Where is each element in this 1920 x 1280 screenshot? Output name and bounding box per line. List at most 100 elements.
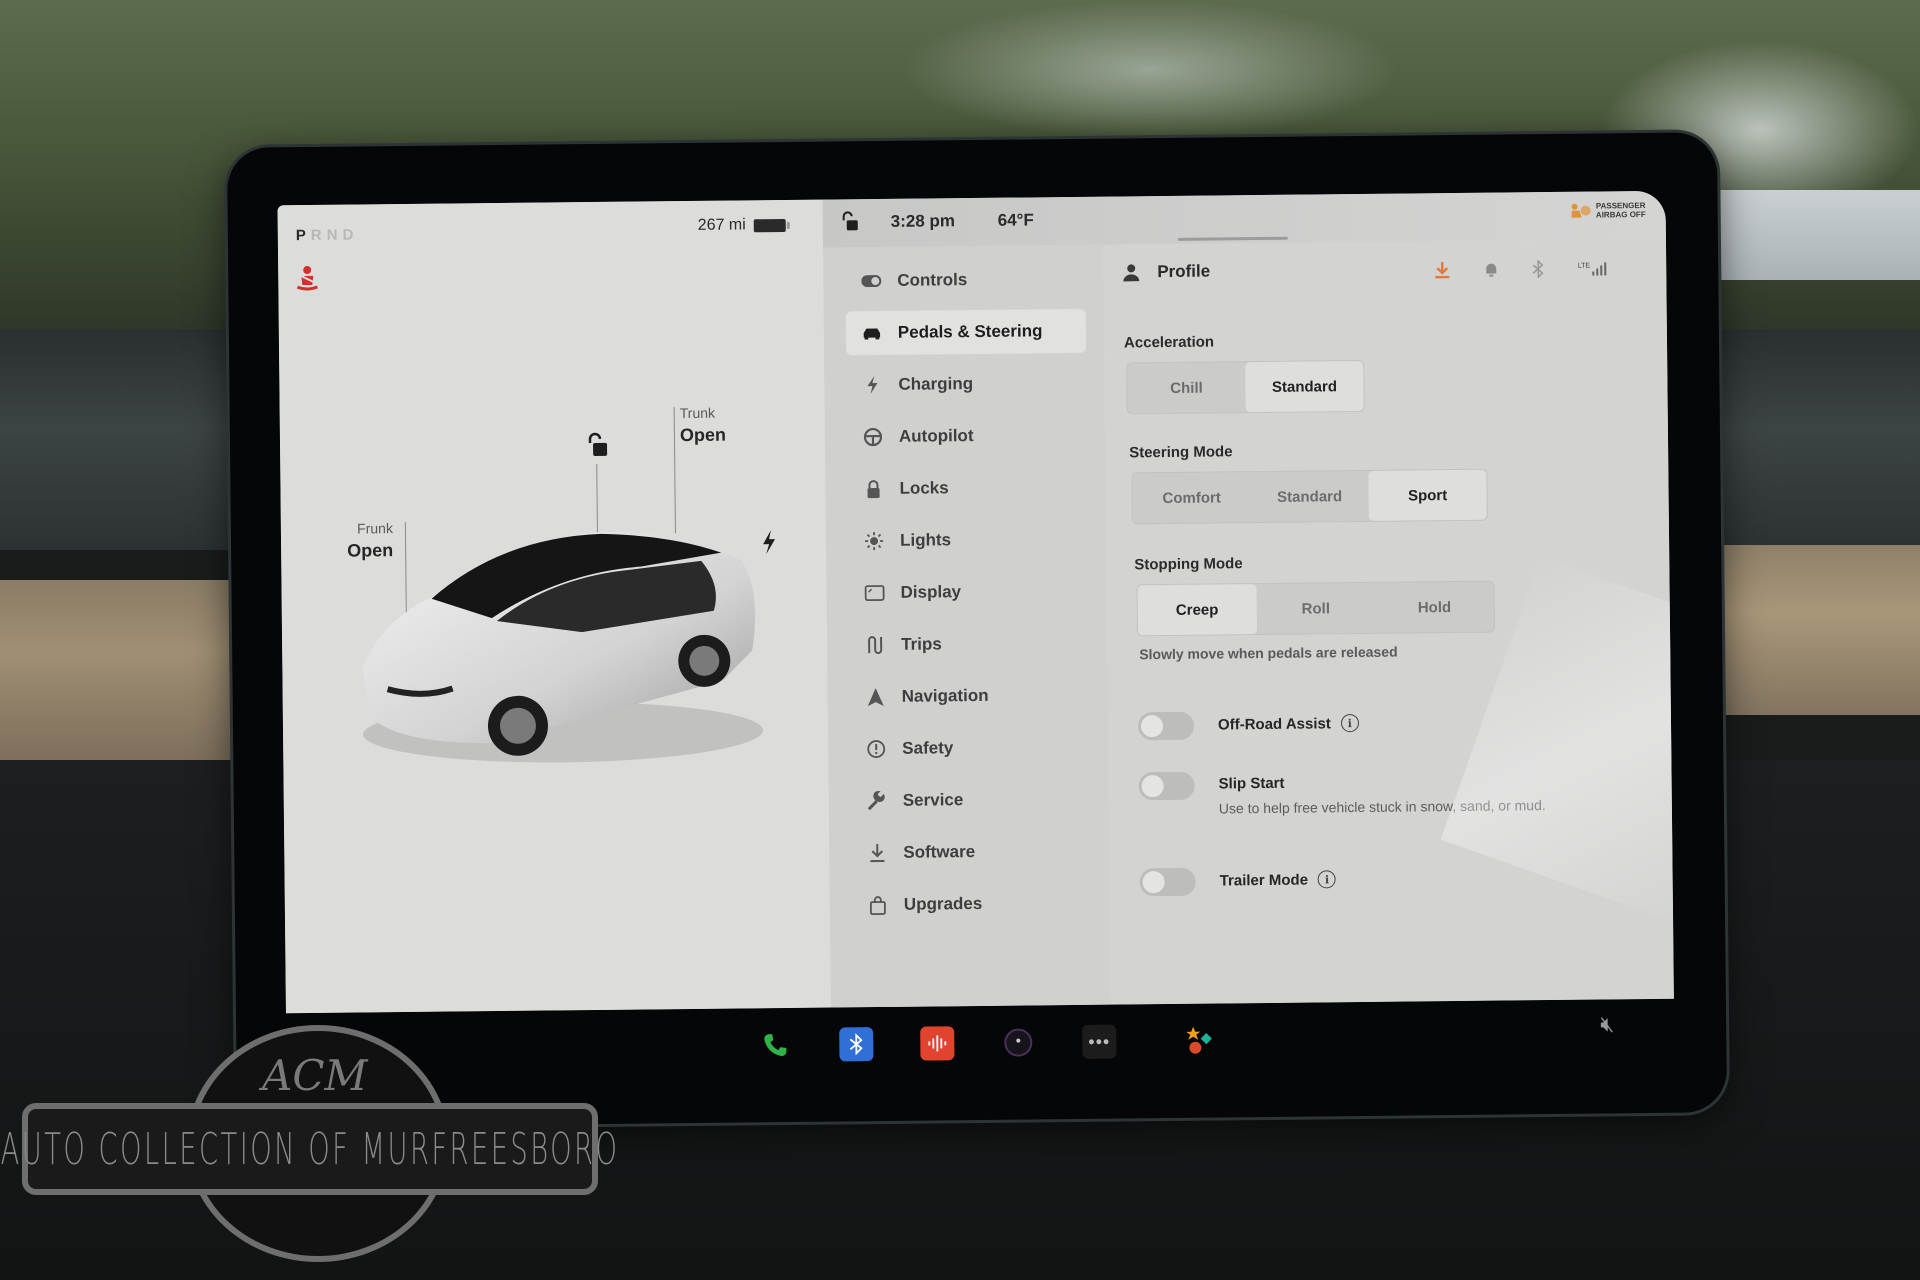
- stopping-mode-title: Stopping Mode: [1134, 555, 1243, 574]
- menu-item-lights[interactable]: Lights: [848, 517, 1088, 564]
- watermark-banner: AUTO COLLECTION OF MURFREESBORO: [1, 1103, 617, 1195]
- more-apps[interactable]: •••: [1082, 1024, 1117, 1059]
- info-icon[interactable]: i: [1340, 714, 1359, 733]
- touchscreen-bezel: PRND 267 mi Trunk Open Frunk Open 3:28 p…: [226, 132, 1728, 1128]
- audio-app[interactable]: [920, 1026, 955, 1061]
- menu-label: Upgrades: [903, 893, 983, 914]
- menu-item-autopilot[interactable]: Autopilot: [847, 413, 1087, 460]
- off-road-assist-label: Off-Road Assist: [1217, 714, 1331, 733]
- acceleration-title: Acceleration: [1123, 333, 1215, 352]
- bluetooth-app[interactable]: [839, 1027, 874, 1062]
- volume-muted-icon[interactable]: 🔇︎: [1600, 1011, 1614, 1037]
- menu-label: Software: [903, 842, 976, 862]
- menu-item-safety[interactable]: Safety: [850, 725, 1090, 772]
- range-value: 267 mi: [697, 216, 746, 234]
- lte-label: LTE: [1577, 262, 1591, 270]
- info-icon[interactable]: i: [1317, 870, 1337, 889]
- menu-item-pedals-steering[interactable]: Pedals & Steering: [845, 308, 1087, 356]
- menu-label: Pedals & Steering: [897, 321, 1043, 342]
- pedals-steering-panel: Profile LTE Acceleration Chill Standard …: [1102, 238, 1674, 1005]
- gear-p: P: [295, 226, 311, 245]
- toggle-knob: [1142, 871, 1165, 894]
- steering-option-sport[interactable]: Sport: [1368, 469, 1487, 521]
- menu-label: Display: [900, 582, 962, 602]
- person-icon: [1123, 264, 1140, 282]
- watermark-monogram: ACM: [262, 1051, 368, 1100]
- touchscreen: PRND 267 mi Trunk Open Frunk Open 3:28 p…: [277, 190, 1674, 1014]
- steering-option-comfort[interactable]: Comfort: [1132, 472, 1251, 523]
- menu-item-service[interactable]: Service: [851, 777, 1091, 824]
- stopping-mode-selector: Creep Roll Hold: [1136, 580, 1496, 637]
- battery-icon: [753, 218, 786, 232]
- toggle-knob: [1141, 775, 1164, 798]
- outside-temperature: 64°F: [997, 210, 1034, 230]
- trunk-label: Trunk: [679, 404, 716, 422]
- sun-icon: [864, 531, 884, 551]
- off-road-assist-toggle[interactable]: [1137, 711, 1195, 741]
- software-update-icon[interactable]: [1434, 261, 1450, 279]
- menu-label: Safety: [902, 738, 954, 758]
- profile-label: Profile: [1157, 261, 1211, 282]
- display-icon: [864, 583, 885, 603]
- seatbelt-warning-icon: [296, 265, 318, 291]
- menu-item-upgrades[interactable]: Upgrades: [852, 881, 1092, 928]
- audio-icon: [928, 1035, 947, 1052]
- phone-app[interactable]: [758, 1028, 792, 1062]
- menu-label: Controls: [897, 270, 968, 290]
- camera-app[interactable]: [1001, 1025, 1035, 1059]
- stopping-option-creep[interactable]: Creep: [1137, 584, 1257, 636]
- settings-menu: Controls Pedals & Steering Charging Auto…: [822, 244, 1111, 1008]
- trailer-mode-label: Trailer Mode: [1219, 871, 1309, 889]
- menu-label: Navigation: [901, 685, 989, 706]
- toybox-app[interactable]: [1181, 1024, 1215, 1058]
- bluetooth-icon[interactable]: [1532, 260, 1544, 279]
- menu-label: Trips: [901, 634, 942, 654]
- range-indicator: 267 mi: [698, 216, 786, 235]
- lte-signal-icon: LTE: [1577, 261, 1607, 276]
- menu-item-software[interactable]: Software: [851, 829, 1091, 876]
- alert-circle-icon: [866, 739, 886, 759]
- menu-item-trips[interactable]: Trips: [849, 621, 1089, 668]
- gear-n: N: [326, 226, 343, 244]
- wrench-icon: [867, 790, 887, 811]
- menu-item-display[interactable]: Display: [848, 569, 1088, 616]
- trunk-value[interactable]: Open: [680, 425, 726, 446]
- acceleration-option-chill[interactable]: Chill: [1127, 362, 1246, 413]
- phone-icon: [764, 1034, 787, 1057]
- menu-item-charging[interactable]: Charging: [846, 361, 1086, 408]
- bluetooth-icon: [849, 1033, 863, 1056]
- menu-label: Lights: [899, 530, 952, 550]
- trailer-mode-toggle[interactable]: [1139, 867, 1196, 897]
- profile-button[interactable]: Profile: [1123, 262, 1210, 283]
- airbag-icon: [1571, 203, 1591, 218]
- slip-start-toggle[interactable]: [1138, 771, 1195, 801]
- lock-icon: [863, 479, 883, 499]
- off-road-assist-row: Off-Road Assist i: [1137, 710, 1359, 741]
- menu-label: Locks: [899, 478, 949, 498]
- menu-item-navigation[interactable]: Navigation: [849, 673, 1089, 720]
- slip-start-row: Slip Start Use to help free vehicle stuc…: [1138, 768, 1558, 819]
- trips-icon: [865, 635, 885, 655]
- bolt-icon: [862, 375, 882, 395]
- toybox-icon: [1186, 1026, 1212, 1054]
- airbag-line-2: AIRBAG OFF: [1595, 209, 1646, 220]
- menu-item-locks[interactable]: Locks: [847, 465, 1087, 512]
- gear-r: R: [310, 226, 327, 244]
- more-icon: •••: [1088, 1031, 1111, 1052]
- stopping-option-roll[interactable]: Roll: [1256, 583, 1375, 634]
- steering-mode-selector: Comfort Standard Sport: [1131, 468, 1488, 525]
- camera-icon: [1004, 1028, 1033, 1057]
- watermark-text: AUTO COLLECTION OF MURFREESBORO: [0, 1123, 620, 1175]
- dealer-watermark: ACM AUTO COLLECTION OF MURFREESBORO: [1, 1025, 617, 1262]
- clock: 3:28 pm: [890, 211, 956, 231]
- stopping-option-hold[interactable]: Hold: [1375, 582, 1494, 633]
- menu-item-controls[interactable]: Controls: [845, 257, 1085, 304]
- unlocked-icon[interactable]: [585, 432, 609, 458]
- trailer-mode-row: Trailer Mode i: [1139, 866, 1337, 897]
- trunk-status[interactable]: Trunk Open: [680, 405, 726, 446]
- unlock-icon[interactable]: [841, 211, 859, 231]
- car-icon: [862, 323, 882, 343]
- steering-option-standard[interactable]: Standard: [1250, 471, 1369, 522]
- acceleration-option-standard[interactable]: Standard: [1245, 360, 1364, 413]
- notification-bell-icon[interactable]: [1484, 262, 1498, 278]
